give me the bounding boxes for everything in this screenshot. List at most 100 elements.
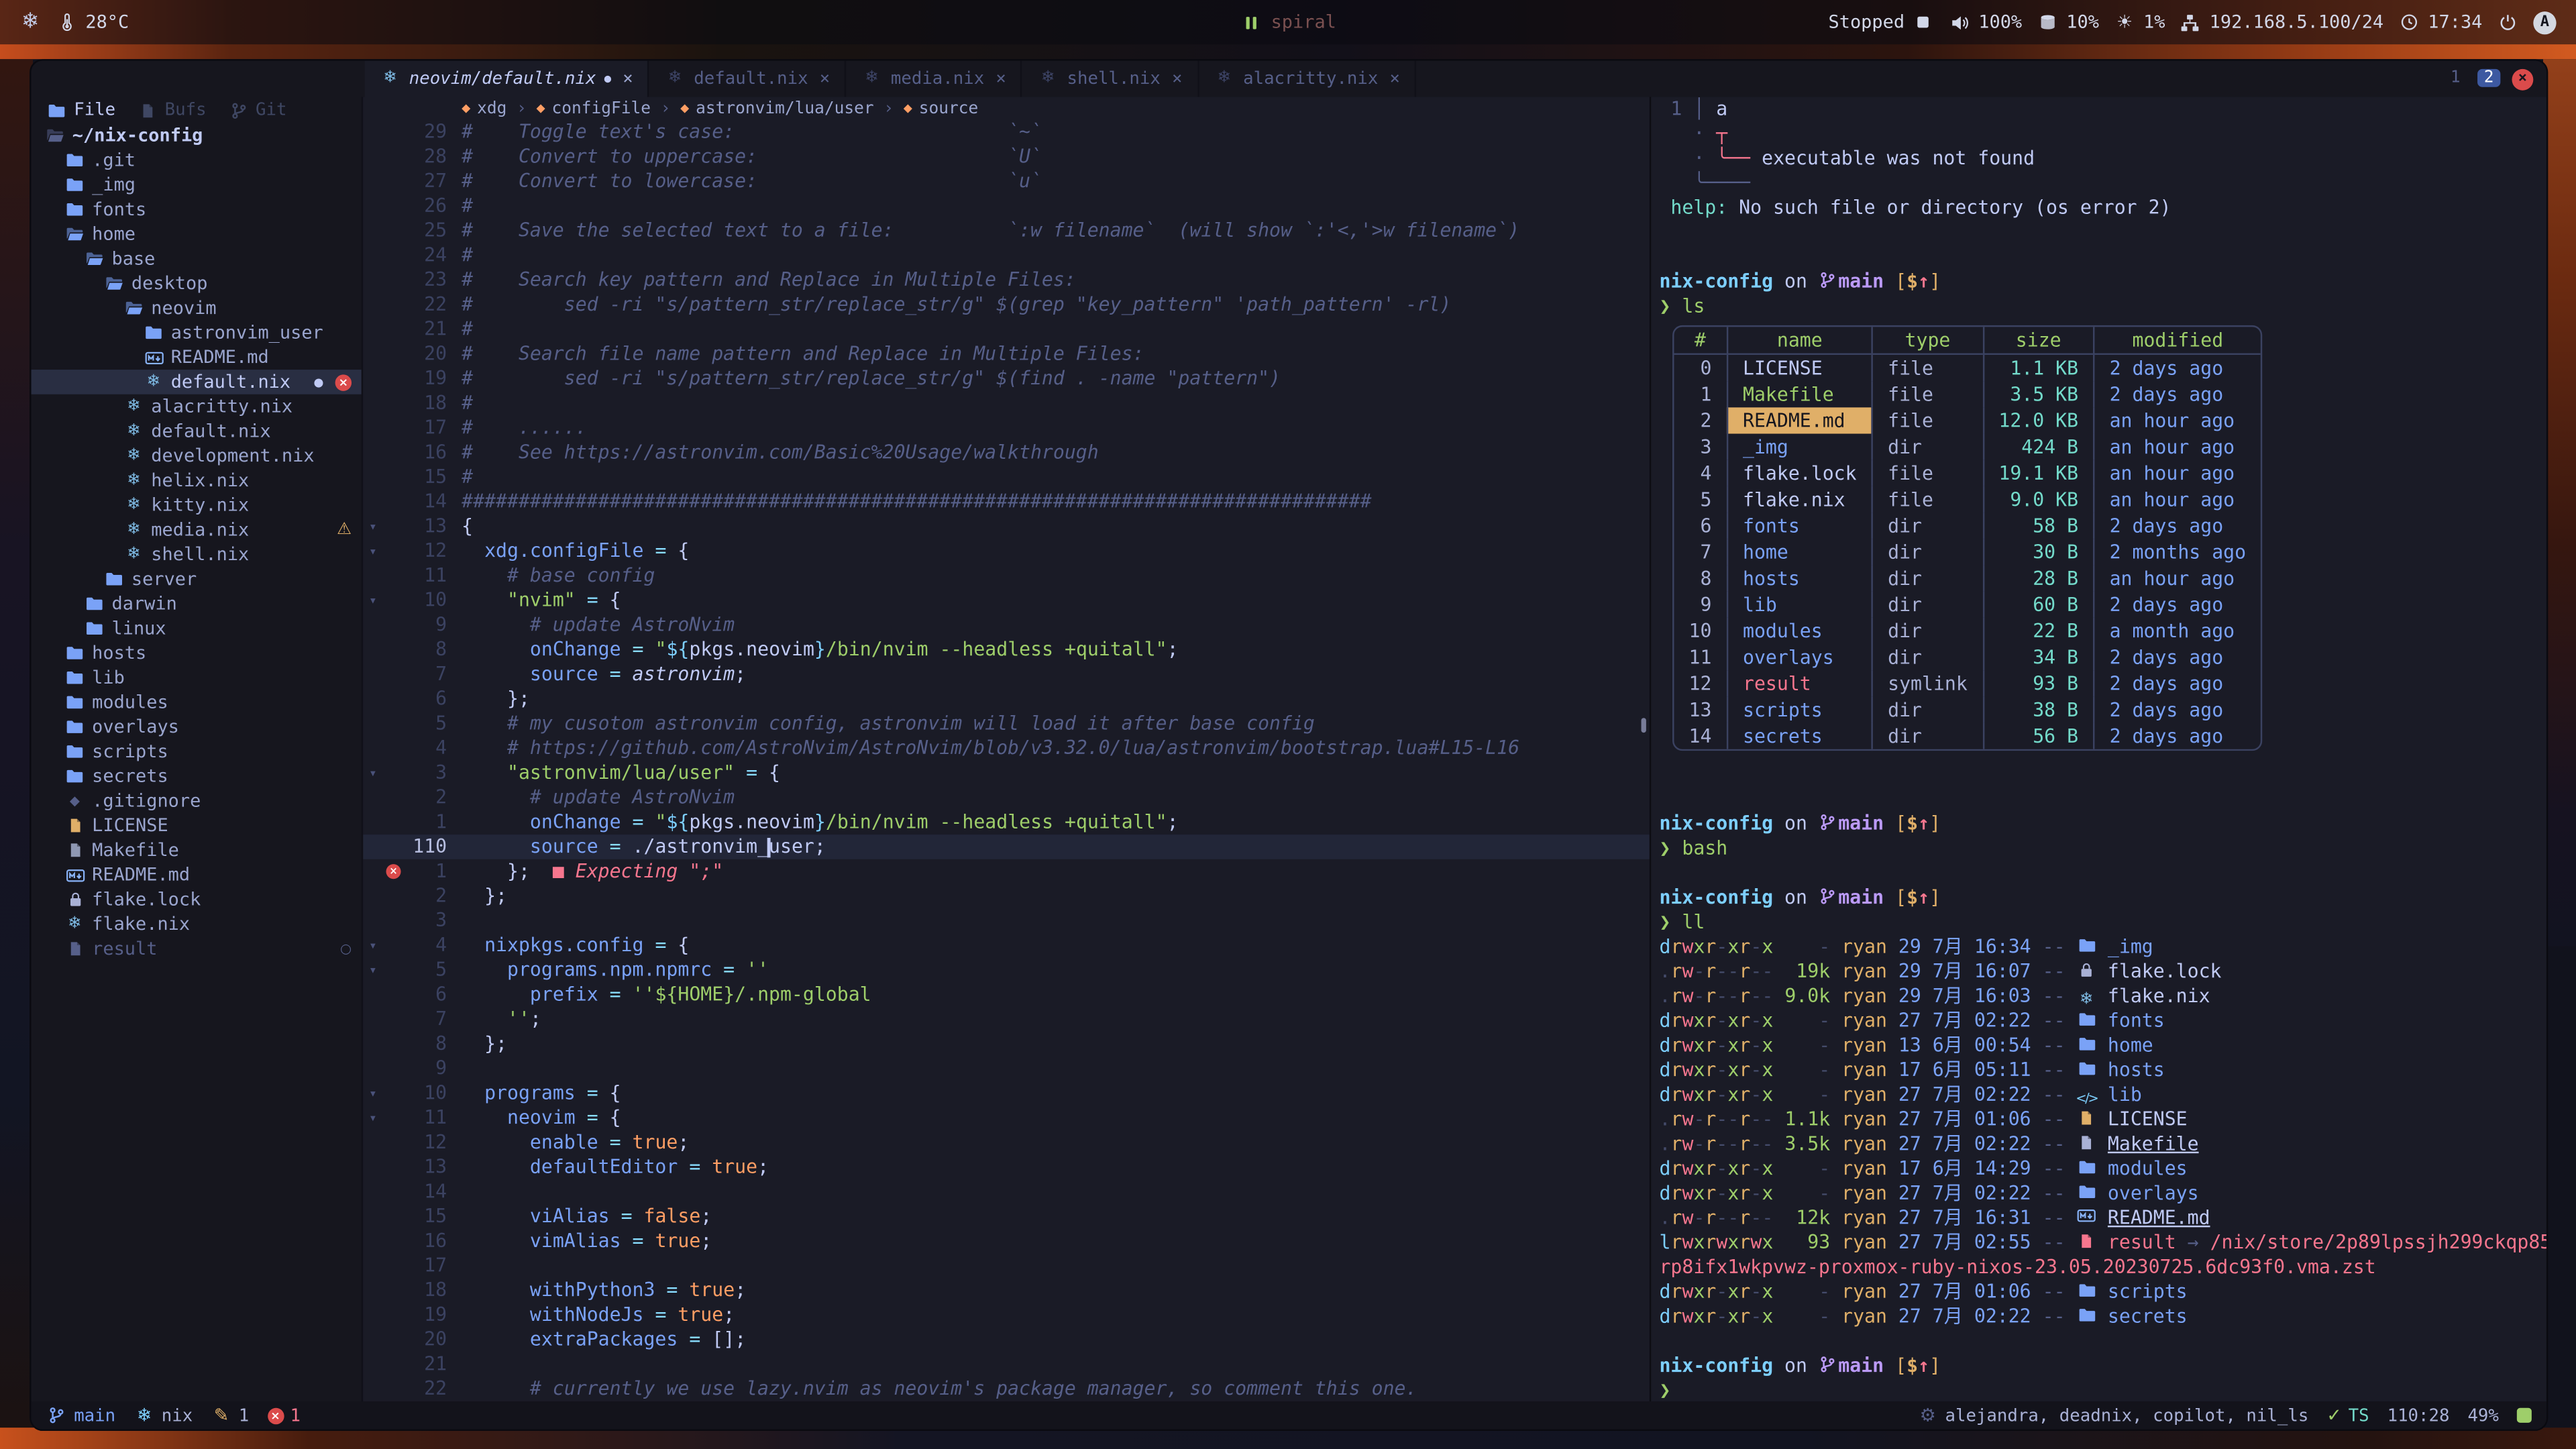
code-line[interactable]: 21# <box>363 317 1650 342</box>
tree-item-secrets[interactable]: secrets <box>32 764 362 789</box>
disk-module[interactable]: 10% <box>2037 11 2099 33</box>
code-line[interactable]: 17 <box>363 1254 1650 1279</box>
tree-item-.git[interactable]: .git <box>32 148 362 172</box>
code-line[interactable]: ▾11 neovim = { <box>363 1106 1650 1130</box>
code-line[interactable]: 9 <box>363 1057 1650 1081</box>
close-window-button[interactable]: × <box>2512 68 2533 90</box>
fold-chevron-icon[interactable]: ▾ <box>363 515 382 539</box>
code-line[interactable]: 6 }; <box>363 687 1650 712</box>
tree-item-desktop[interactable]: desktop <box>32 271 362 296</box>
tab-close-icon[interactable]: × <box>623 69 633 89</box>
tree-item-flake.lock[interactable]: flake.lock <box>32 887 362 912</box>
code-line[interactable]: 26# <box>363 194 1650 219</box>
tree-item-default.nix[interactable]: ❄default.nix <box>32 419 362 443</box>
code-line[interactable]: 18# <box>363 391 1650 416</box>
fold-chevron-icon[interactable]: ▾ <box>363 539 382 564</box>
code-line[interactable]: 8 }; <box>363 1032 1650 1057</box>
tree-item-alacritty.nix[interactable]: ❄alacritty.nix <box>32 394 362 419</box>
sidebar-source-file[interactable]: File <box>48 100 115 119</box>
code-line[interactable]: 19 withNodeJs = true; <box>363 1303 1650 1328</box>
clock-module[interactable]: 17:34 <box>2398 11 2482 33</box>
tree-item-README.md[interactable]: README.md <box>32 345 362 370</box>
tree-item-shell.nix[interactable]: ❄shell.nix <box>32 542 362 567</box>
tree-item-modules[interactable]: modules <box>32 690 362 715</box>
code-line[interactable]: 20 extraPackages = []; <box>363 1328 1650 1352</box>
code-line[interactable]: ▾12 xdg.configFile = { <box>363 539 1650 564</box>
code-line[interactable]: ▾10 programs = { <box>363 1081 1650 1106</box>
tree-item-fonts[interactable]: fonts <box>32 197 362 222</box>
code-line[interactable]: 16# See https://astronvim.com/Basic%20Us… <box>363 440 1650 465</box>
code-line[interactable]: 4 # https://github.com/AstroNvim/AstroNv… <box>363 736 1650 761</box>
git-branch[interactable]: main <box>46 1405 116 1426</box>
code-line[interactable]: 5 # my cusotom astronvim config, astronv… <box>363 711 1650 736</box>
tree-item-overlays[interactable]: overlays <box>32 714 362 739</box>
recorder-module[interactable]: Stopped <box>1829 11 1935 33</box>
tree-item-LICENSE[interactable]: LICENSE <box>32 813 362 838</box>
breadcrumb-item-2[interactable]: ◆astronvim/lua/user <box>680 99 873 117</box>
volume-module[interactable]: 100% <box>1949 11 2022 33</box>
editor-pane[interactable]: ◆xdg›◆configFile›◆astronvim/lua/user›◆so… <box>363 97 1650 1401</box>
tree-item-_img[interactable]: _img <box>32 172 362 197</box>
tray-app-a[interactable]: A <box>2533 11 2556 34</box>
code-line[interactable]: 3 <box>363 908 1650 933</box>
buffer-tab-shell.nix[interactable]: ❄shell.nix× <box>1022 61 1199 97</box>
code-line[interactable]: 14######################################… <box>363 490 1650 515</box>
tab-close-icon[interactable]: × <box>820 69 830 89</box>
code-line[interactable]: 9 # update AstroNvim <box>363 612 1650 637</box>
code-line[interactable]: 29# Toggle text's case: `~` <box>363 120 1650 145</box>
code-line[interactable]: ▾5 programs.npm.npmrc = '' <box>363 958 1650 983</box>
fold-chevron-icon[interactable]: ▾ <box>363 588 382 613</box>
temperature-module[interactable]: 28°C <box>56 11 129 33</box>
terminal-pane[interactable]: 1 │ a · ┬ · ╰── executable was not found… <box>1650 97 2546 1401</box>
code-line[interactable]: 110 source = ./astronvim_user; <box>363 835 1650 859</box>
scrollbar-marker[interactable] <box>1642 718 1646 733</box>
breadcrumb-item-1[interactable]: ◆configFile <box>537 99 651 117</box>
code-line[interactable]: 20# Search file name pattern and Replace… <box>363 341 1650 366</box>
buffer-tab-neovim/default.nix[interactable]: ❄neovim/default.nix●× <box>365 61 650 97</box>
tree-item-hosts[interactable]: hosts <box>32 641 362 665</box>
tree-item-helix.nix[interactable]: ❄helix.nix <box>32 468 362 493</box>
tree-item-media.nix[interactable]: ❄media.nix⚠ <box>32 517 362 542</box>
tree-item-neovim[interactable]: neovim <box>32 296 362 321</box>
buffer-tab-media.nix[interactable]: ❄media.nix× <box>847 61 1023 97</box>
code-line[interactable]: 2 }; <box>363 884 1650 909</box>
code-line[interactable]: 25# Save the selected text to a file: `:… <box>363 219 1650 244</box>
sidebar-source-git[interactable]: Git <box>229 100 287 119</box>
tree-item-darwin[interactable]: darwin <box>32 592 362 616</box>
code-line[interactable]: 6 prefix = ''${HOME}/.npm-global <box>363 982 1650 1007</box>
tree-item-Makefile[interactable]: Makefile <box>32 838 362 863</box>
code-line[interactable]: 24# <box>363 243 1650 268</box>
code-line[interactable]: 15# <box>363 465 1650 490</box>
media-module[interactable]: spiral <box>1240 11 1336 33</box>
code-line[interactable]: ▾4 nixpkgs.config = { <box>363 933 1650 958</box>
tab-close-icon[interactable]: × <box>1390 69 1400 89</box>
code-line[interactable]: 7 ''; <box>363 1007 1650 1032</box>
tab-close-icon[interactable]: × <box>1172 69 1182 89</box>
tabpage-2[interactable]: 2 <box>2477 69 2500 87</box>
fold-chevron-icon[interactable]: ▾ <box>363 761 382 786</box>
tree-item-result[interactable]: result○ <box>32 936 362 961</box>
tree-item-scripts[interactable]: scripts <box>32 739 362 764</box>
code-line[interactable]: 19# sed -ri "s/pattern_str/replace_str/g… <box>363 366 1650 391</box>
code-line[interactable]: ▾3 "astronvim/lua/user" = { <box>363 761 1650 786</box>
tree-item-home[interactable]: home <box>32 222 362 247</box>
network-module[interactable]: 192.168.5.100/24 <box>2180 11 2384 33</box>
fold-chevron-icon[interactable]: ▾ <box>363 1106 382 1130</box>
tree-item-default.nix[interactable]: ❄default.nix●× <box>32 370 362 394</box>
power-module[interactable] <box>2497 11 2518 33</box>
code-line[interactable]: 21 <box>363 1352 1650 1377</box>
fold-chevron-icon[interactable]: ▾ <box>363 1081 382 1106</box>
code-line[interactable]: 13 defaultEditor = true; <box>363 1155 1650 1180</box>
code-line[interactable]: 7 source = astronvim; <box>363 662 1650 687</box>
tree-item-.gitignore[interactable]: ◆.gitignore <box>32 789 362 814</box>
buffer-tab-alacritty.nix[interactable]: ❄alacritty.nix× <box>1199 61 1417 97</box>
tree-item-README.md[interactable]: README.md <box>32 863 362 888</box>
tree-item-base[interactable]: base <box>32 246 362 271</box>
breadcrumb-item-0[interactable]: ◆xdg <box>462 99 506 117</box>
code-line[interactable]: 12 enable = true; <box>363 1130 1650 1155</box>
code-line[interactable]: 8 onChange = "${pkgs.neovim}/bin/nvim --… <box>363 637 1650 662</box>
brightness-module[interactable]: ☀ 1% <box>2114 11 2165 33</box>
code-line[interactable]: 14 <box>363 1179 1650 1204</box>
tree-item-kitty.nix[interactable]: ❄kitty.nix <box>32 493 362 518</box>
code-line[interactable]: 27# Convert to lowercase: `u` <box>363 169 1650 194</box>
